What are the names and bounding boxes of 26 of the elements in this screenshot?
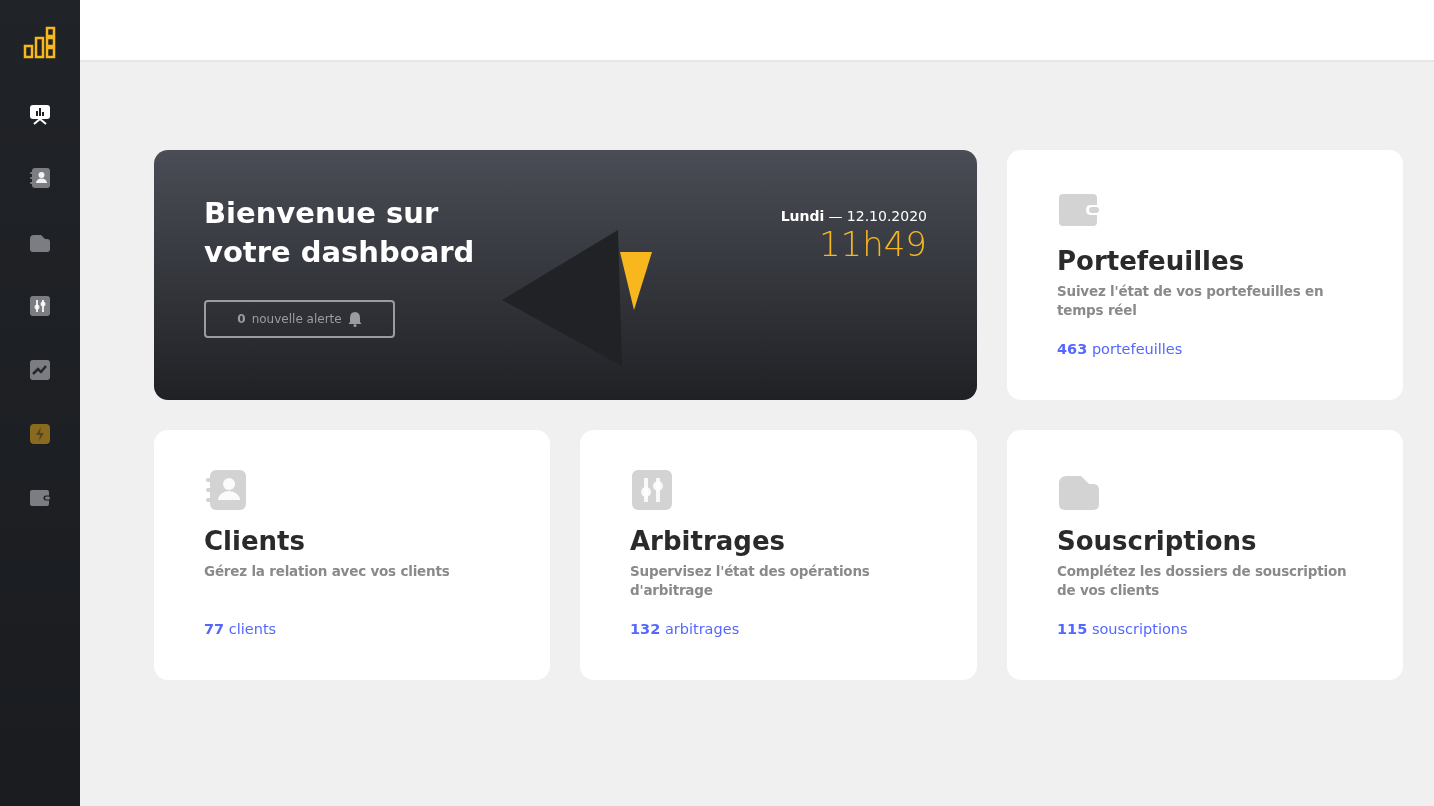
- wallet-icon: [29, 487, 51, 509]
- sliders-icon: [630, 468, 674, 512]
- clock-time: 11h49: [818, 224, 927, 264]
- card-title: Clients: [204, 525, 306, 558]
- count-link[interactable]: 115 souscriptions: [1057, 621, 1188, 637]
- bell-icon: [347, 311, 362, 327]
- card-title: Arbitrages: [630, 525, 786, 558]
- card-title: Souscriptions: [1057, 525, 1258, 558]
- contact-book-icon: [29, 167, 51, 189]
- card-description: Complétez les dossiers de souscription de vos clients: [1057, 562, 1348, 600]
- logo-icon: [23, 26, 57, 60]
- presentation-icon: [29, 103, 51, 125]
- trend-chart-icon: [29, 359, 51, 381]
- count-link[interactable]: 77 clients: [204, 621, 277, 637]
- count-link[interactable]: 463 portefeuilles: [1057, 341, 1183, 357]
- alert-button[interactable]: 0 nouvelle alerte: [204, 300, 395, 338]
- welcome-title: Bienvenue sur votre dashboard: [204, 195, 476, 271]
- card-description: Supervisez l'état des opérations d'arbitrage: [630, 562, 871, 600]
- sliders-icon: [29, 295, 51, 317]
- lightning-icon: [29, 423, 51, 445]
- card-description: Suivez l'état de vos portefeuilles en temps réel: [1057, 282, 1325, 320]
- card-title: Portefeuilles: [1057, 245, 1246, 278]
- date-text: Lundi — 12.10.2020: [780, 208, 927, 224]
- contact-book-icon: [204, 468, 248, 512]
- count-link[interactable]: 132 arbitrages: [630, 621, 740, 637]
- card-description: Gérez la relation avec vos clients: [204, 562, 451, 581]
